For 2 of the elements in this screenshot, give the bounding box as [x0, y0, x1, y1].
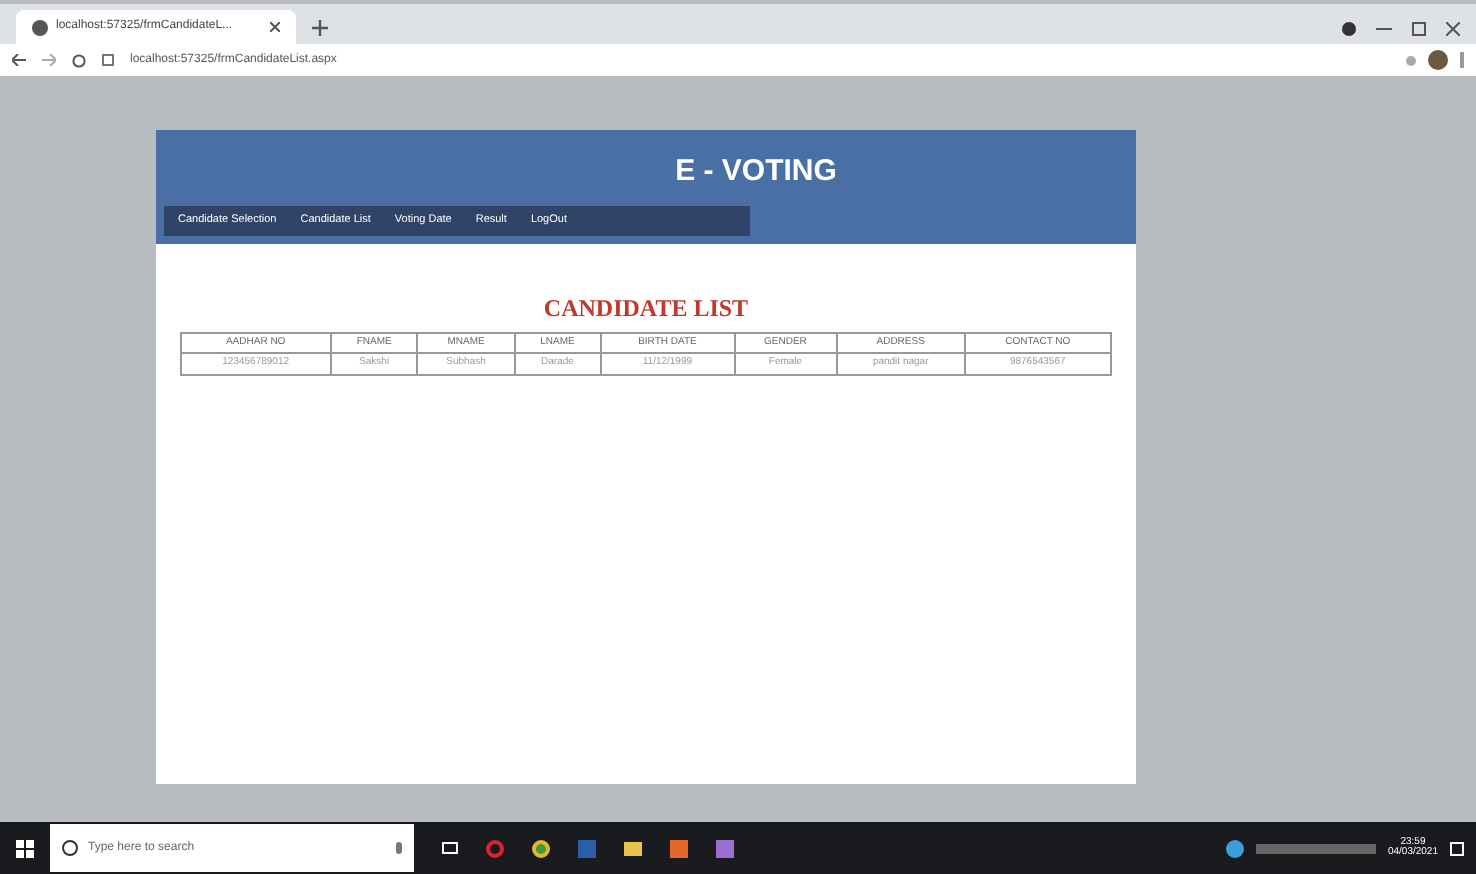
site-title: E - VOTING	[675, 156, 837, 186]
list-heading: CANDIDATE LIST	[543, 296, 749, 320]
